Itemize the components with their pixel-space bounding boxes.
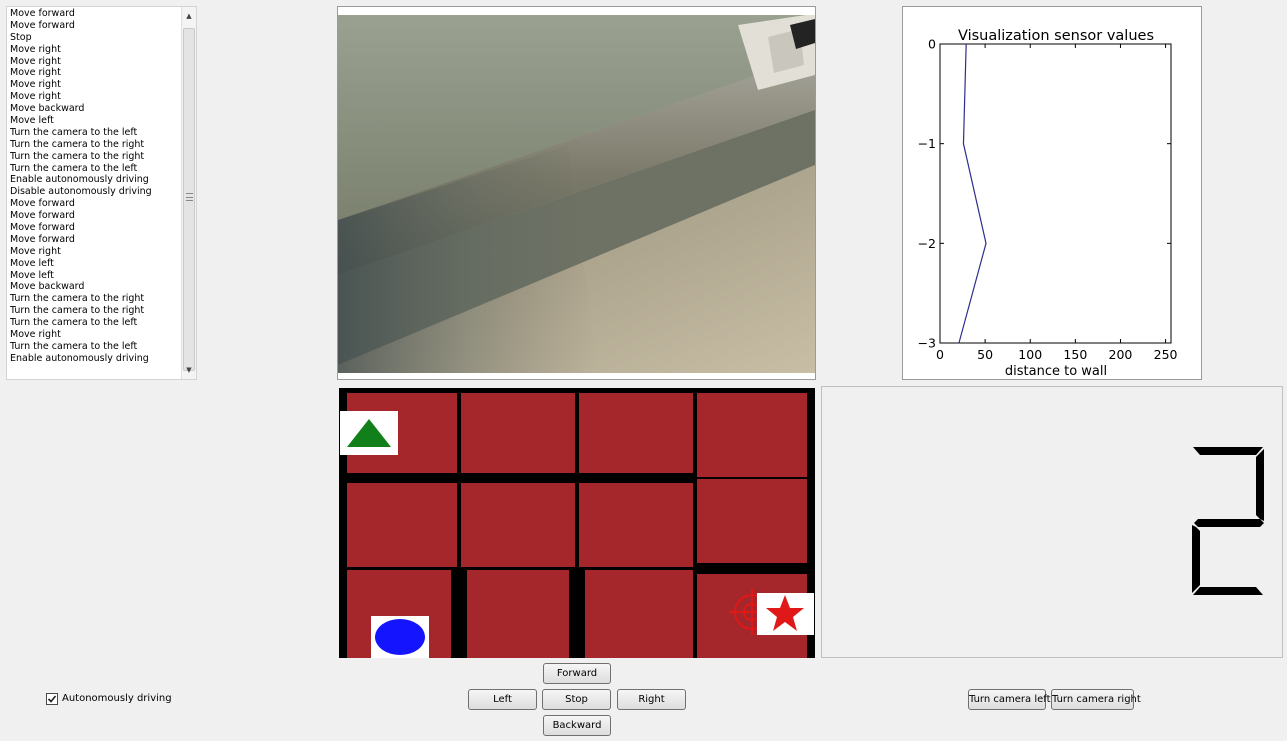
backward-button[interactable]: Backward [543,715,611,736]
autonomous-driving-option[interactable]: Autonomously driving [46,692,172,706]
camera-image [338,15,815,373]
map-cell [347,483,457,567]
digit-segment-e [1192,525,1200,593]
y-tick-label: 0 [928,37,936,52]
digit-segment-a [1193,447,1263,455]
map-cell [467,570,569,658]
x-tick-label: 100 [1018,347,1042,362]
sensor-plot: Visualization sensor values 0 50 100 150 200… [902,6,1202,380]
right-button[interactable]: Right [617,689,686,710]
list-item[interactable]: Move backward [10,281,181,293]
list-item[interactable]: Turn the camera to the right [10,151,181,163]
list-item[interactable]: Move right [10,44,181,56]
list-item[interactable]: Move forward [10,234,181,246]
scroll-up-icon[interactable]: ▲ [182,9,196,23]
list-item[interactable]: Move right [10,246,181,258]
red-star-icon [757,593,814,635]
y-tick-label: −1 [918,136,936,151]
list-item[interactable]: Move right [10,79,181,91]
map-cell [461,393,575,473]
list-item[interactable]: Enable autonomously driving [10,353,181,365]
autonomous-driving-checkbox[interactable] [46,693,58,705]
turn-camera-right-button[interactable]: Turn camera right [1051,689,1141,710]
list-item[interactable]: Turn the camera to the right [10,293,181,305]
list-item[interactable]: Turn the camera to the left [10,163,181,175]
stop-button[interactable]: Stop [542,689,611,710]
list-item[interactable]: Move right [10,329,181,341]
digit-segment-b [1256,449,1264,521]
forward-button[interactable]: Forward [543,663,611,684]
grip-icon [186,193,193,201]
list-item[interactable]: Move forward [10,8,181,20]
digit-segment-g [1194,519,1264,527]
x-tick-label: 50 [977,347,993,362]
list-item[interactable]: Move forward [10,222,181,234]
autonomous-driving-label: Autonomously driving [62,693,172,704]
checkmark-icon [47,695,57,703]
blue-circle-icon [371,616,429,658]
list-item[interactable]: Move forward [10,198,181,210]
log-scrollbar[interactable]: ▲ ▼ [181,7,196,379]
list-item[interactable]: Move right [10,67,181,79]
list-item[interactable]: Disable autonomously driving [10,186,181,198]
map-cell [585,570,693,658]
map-cell [697,479,807,563]
scrollbar-thumb[interactable] [183,28,195,371]
list-item[interactable]: Move left [10,258,181,270]
list-item[interactable]: Move right [10,56,181,68]
plot-xlabel: distance to wall [1005,364,1107,379]
list-item[interactable]: Move left [10,115,181,127]
x-tick-label: 250 [1154,347,1178,362]
digit-display [821,386,1283,658]
list-item[interactable]: Move backward [10,103,181,115]
map-cell [461,483,575,567]
list-item[interactable]: Turn the camera to the left [10,341,181,353]
digit-segment-d [1193,587,1263,595]
scroll-down-icon[interactable]: ▼ [182,363,196,377]
x-tick-label: 200 [1109,347,1133,362]
list-item[interactable]: Move right [10,91,181,103]
map-cell [697,393,807,477]
plot-title: Visualization sensor values [958,28,1154,44]
command-log-list[interactable]: Move forward Move forward Stop Move right Mo… [6,6,197,380]
y-tick-label: −3 [918,336,936,351]
list-item[interactable]: Move left [10,270,181,282]
maze-map [339,388,815,658]
list-item[interactable]: Turn the camera to the left [10,317,181,329]
x-tick-label: 150 [1063,347,1087,362]
list-item[interactable]: Move forward [10,210,181,222]
list-item[interactable]: Turn the camera to the right [10,305,181,317]
x-tick-label: 0 [936,347,944,362]
left-button[interactable]: Left [468,689,537,710]
turn-camera-left-button[interactable]: Turn camera left [968,689,1051,710]
list-item[interactable]: Move forward [10,20,181,32]
list-item[interactable]: Stop [10,32,181,44]
map-cell [579,483,693,567]
green-triangle-icon [340,411,398,455]
y-tick-label: −2 [918,236,936,251]
list-item[interactable]: Turn the camera to the right [10,139,181,151]
list-item[interactable]: Enable autonomously driving [10,174,181,186]
camera-feed [337,6,816,380]
command-log-items: Move forward Move forward Stop Move right Mo… [7,7,181,379]
list-item[interactable]: Turn the camera to the left [10,127,181,139]
map-cell [579,393,693,473]
digit-value [1192,447,1264,595]
